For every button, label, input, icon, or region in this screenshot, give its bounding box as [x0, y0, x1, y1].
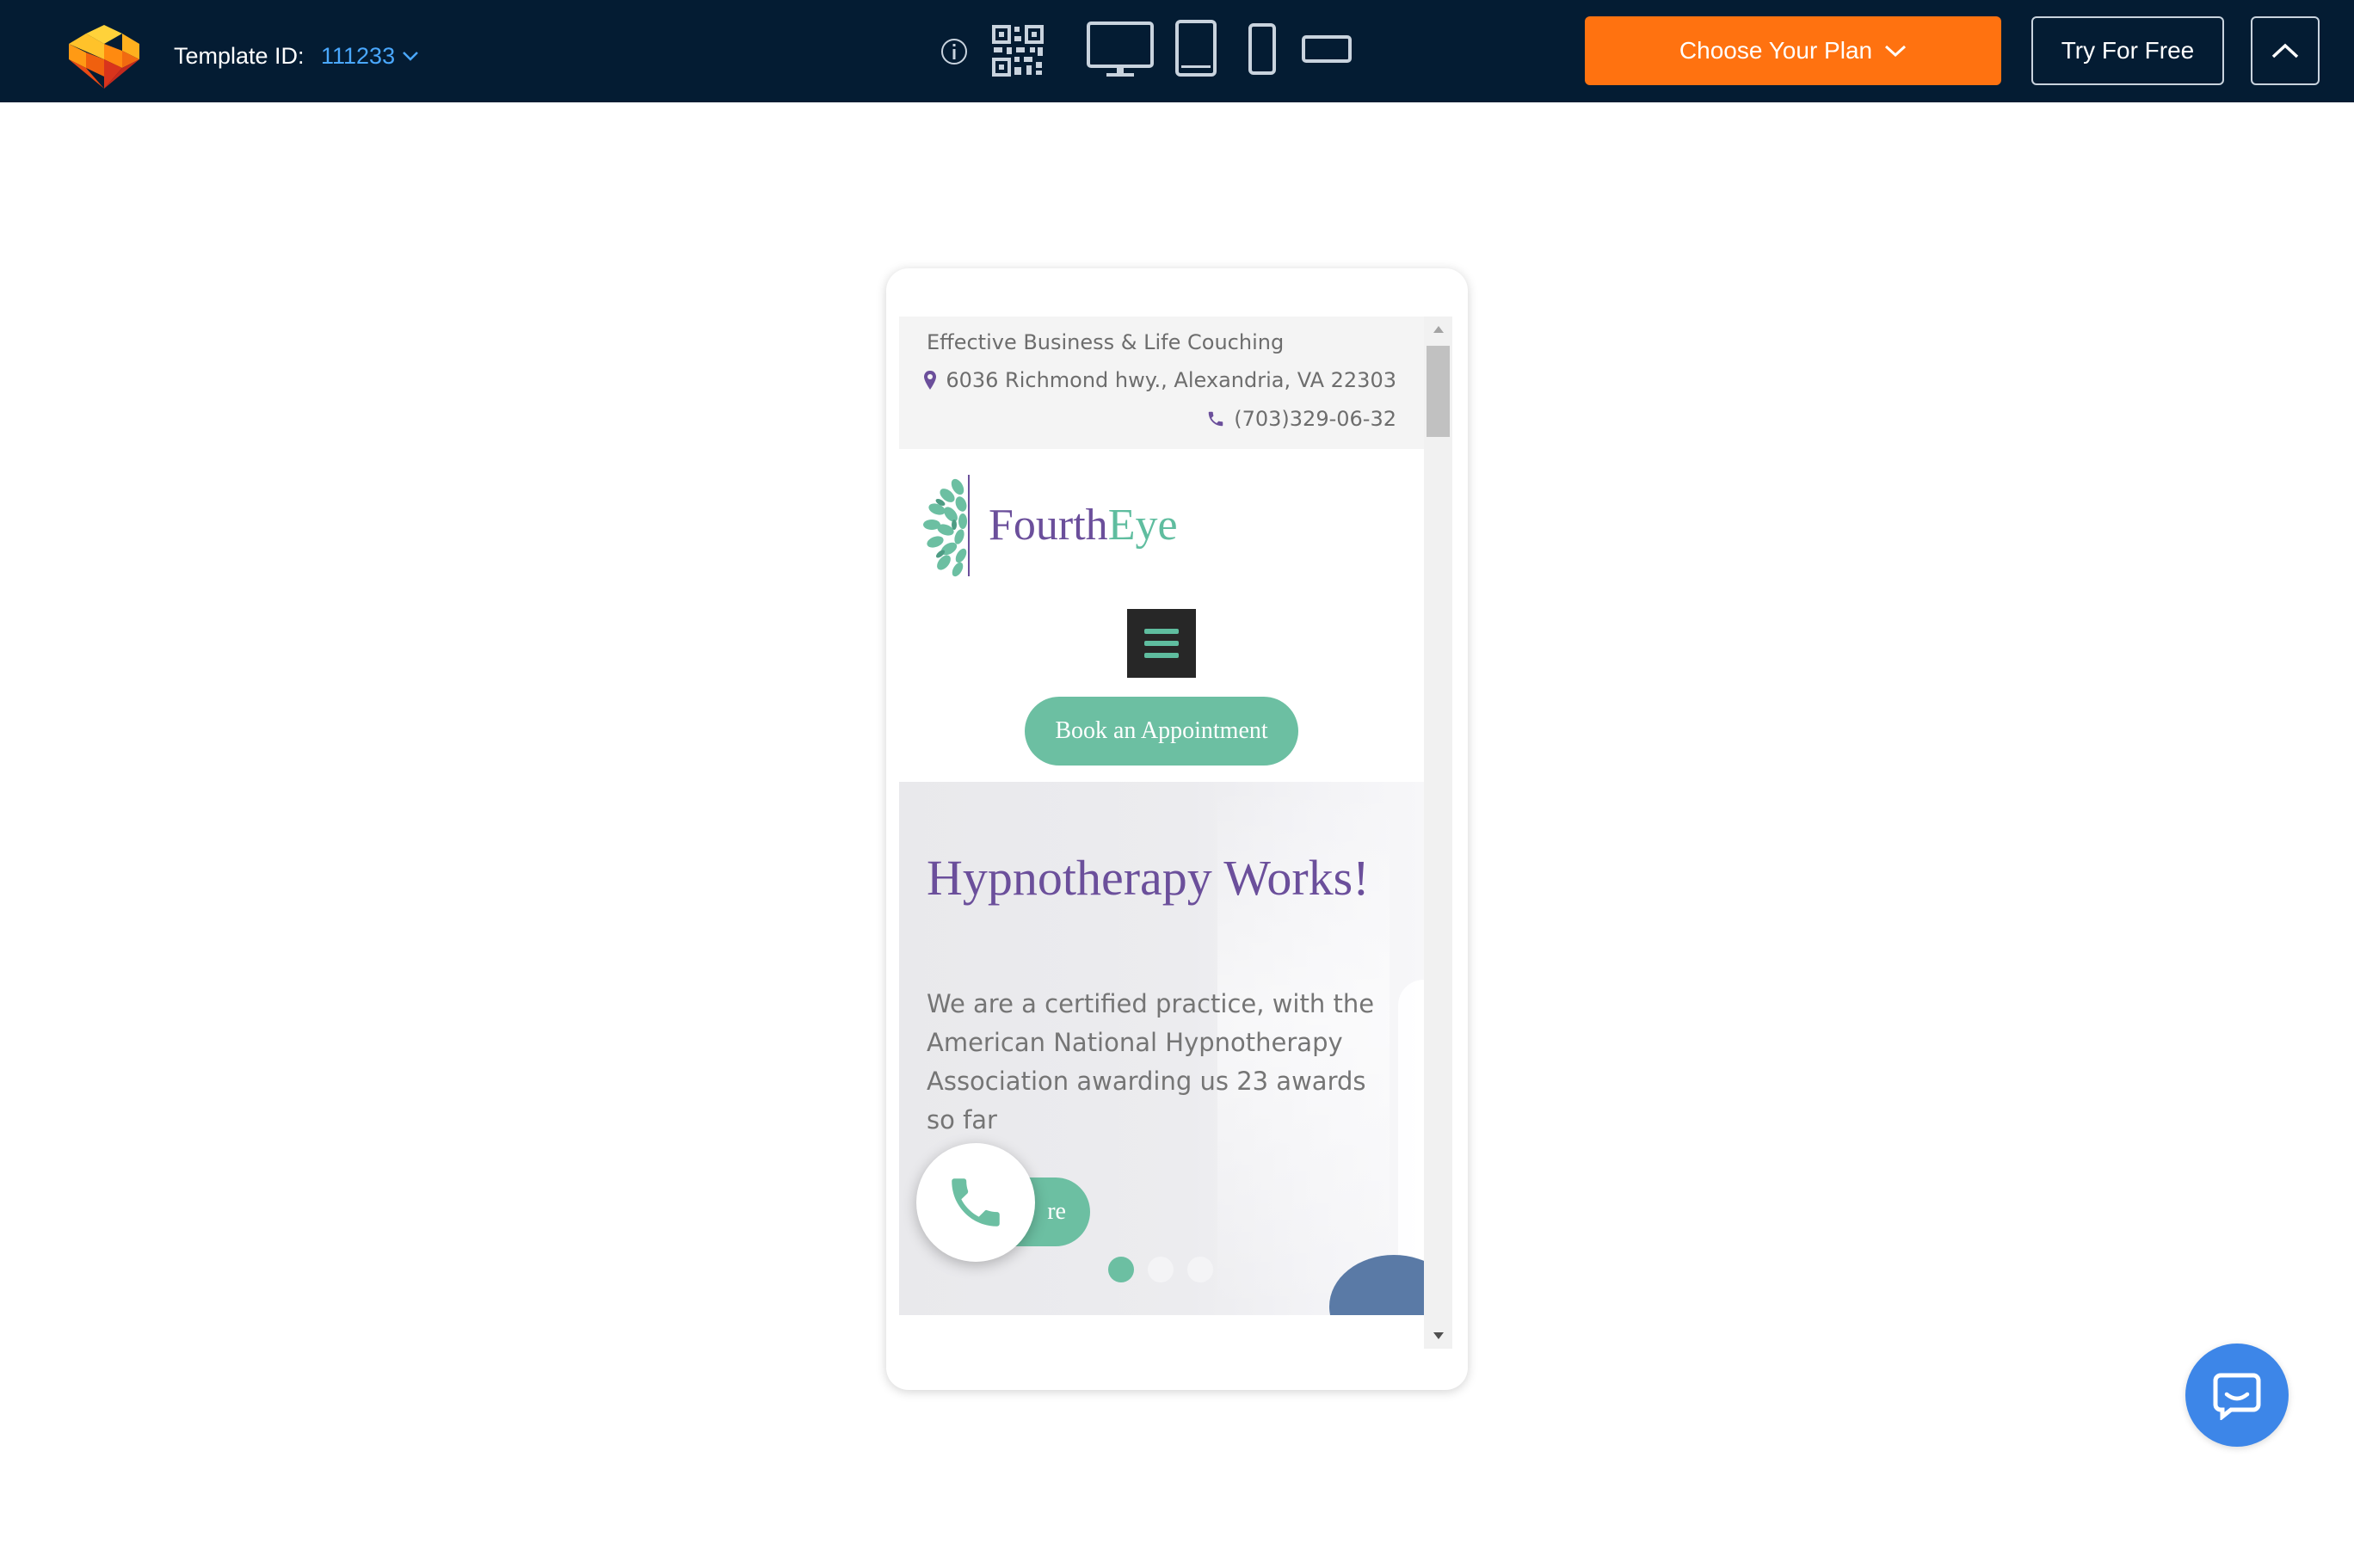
logo-icon[interactable]: [67, 22, 141, 92]
chevron-down-icon: [403, 52, 418, 61]
preview-scrollbar[interactable]: [1424, 317, 1452, 1349]
book-appointment-button[interactable]: Book an Appointment: [1025, 697, 1298, 766]
triangle-down-icon: [1433, 1332, 1444, 1339]
site-address: 6036 Richmond hwy., Alexandria, VA 22303: [923, 368, 1396, 392]
scroll-up-arrow[interactable]: [1424, 317, 1452, 342]
phone-icon: [952, 1178, 1000, 1227]
hero-slider: Hypnotherapy Works! We are a certified p…: [899, 782, 1424, 1315]
mobile-icon[interactable]: [1248, 22, 1277, 76]
leaf-logo-icon: [923, 475, 970, 577]
site-phone[interactable]: (703)329-06-32: [1206, 407, 1396, 431]
hero-description: We are a certified practice, with the Am…: [927, 989, 1375, 1134]
slider-pagination: [1108, 1257, 1213, 1282]
template-id-dropdown[interactable]: 111233: [321, 41, 419, 71]
live-chat-button[interactable]: [2185, 1344, 2289, 1447]
site-address-text: 6036 Richmond hwy., Alexandria, VA 22303: [946, 368, 1396, 392]
chat-icon: [2213, 1373, 2261, 1420]
scrollbar-thumb[interactable]: [1427, 346, 1450, 437]
template-id-label: Template ID:: [174, 43, 305, 69]
template-id-value: 111233: [321, 43, 396, 69]
mobile-preview-frame: Effective Business & Life Couching 6036 …: [886, 268, 1468, 1390]
call-button[interactable]: [916, 1143, 1035, 1262]
site-logo[interactable]: FourthEye: [923, 470, 1199, 581]
info-icon[interactable]: [940, 37, 969, 66]
top-bar: Template ID: 111233 Choose Your Plan Try…: [0, 0, 2354, 102]
brand-name-part1: Fourth: [989, 501, 1108, 550]
slider-dot-3[interactable]: [1187, 1257, 1213, 1282]
hamburger-menu-button[interactable]: [1127, 609, 1196, 678]
preview-viewport[interactable]: Effective Business & Life Couching 6036 …: [899, 317, 1452, 1349]
qr-code-icon[interactable]: [991, 24, 1045, 77]
phone-icon: [1209, 411, 1223, 427]
tablet-icon[interactable]: [1174, 19, 1217, 77]
brand-name: FourthEye: [989, 500, 1178, 551]
landscape-icon[interactable]: [1301, 34, 1353, 64]
chevron-up-icon: [2271, 43, 2299, 58]
slider-dot-2[interactable]: [1148, 1257, 1174, 1282]
try-for-free-button[interactable]: Try For Free: [2031, 16, 2224, 85]
slider-dot-1[interactable]: [1108, 1257, 1134, 1282]
hamburger-bar: [1144, 629, 1179, 634]
desktop-icon[interactable]: [1086, 21, 1155, 79]
scroll-down-arrow[interactable]: [1424, 1323, 1452, 1349]
site-info-bar: Effective Business & Life Couching 6036 …: [899, 317, 1424, 449]
map-pin-icon: [924, 371, 937, 390]
collapse-toolbar-button[interactable]: [2251, 16, 2320, 85]
hamburger-bar: [1144, 641, 1179, 646]
site-phone-text: (703)329-06-32: [1234, 407, 1396, 431]
chevron-down-icon: [1885, 45, 1907, 58]
choose-plan-label: Choose Your Plan: [1679, 37, 1873, 64]
choose-plan-button[interactable]: Choose Your Plan: [1585, 16, 2001, 85]
brand-name-part2: Eye: [1107, 501, 1178, 550]
site-tagline: Effective Business & Life Couching: [927, 330, 1285, 354]
hero-title: Hypnotherapy Works!: [927, 850, 1370, 906]
hamburger-bar: [1144, 653, 1179, 658]
triangle-up-icon: [1433, 326, 1444, 333]
site-page: Effective Business & Life Couching 6036 …: [899, 317, 1424, 1349]
